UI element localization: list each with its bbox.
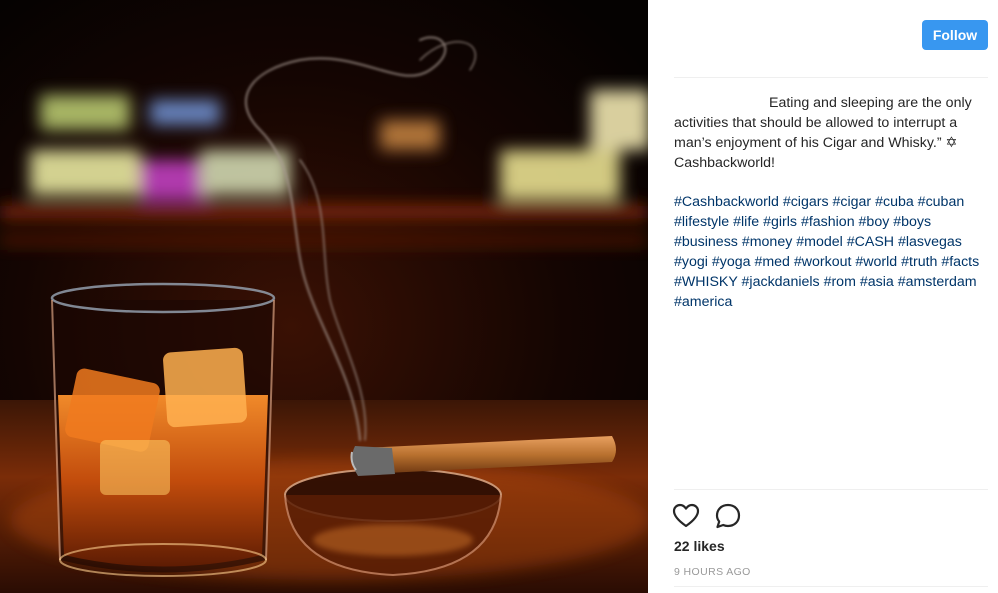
comment-bubble-icon[interactable] (714, 502, 742, 530)
follow-button[interactable]: Follow (922, 20, 988, 50)
whisky-cigar-image (0, 0, 648, 593)
footer-divider (674, 586, 988, 587)
post-timestamp[interactable]: 9 HOURS AGO (674, 566, 751, 578)
whisky-glass (50, 282, 276, 577)
post-photo[interactable] (0, 0, 648, 593)
like-count[interactable]: 22 likes (674, 538, 725, 554)
action-bar (672, 500, 742, 532)
caption-text: Eating and sleeping are the only activit… (674, 95, 972, 171)
header-divider (674, 77, 988, 78)
heart-outline-icon[interactable] (672, 502, 700, 530)
post-sidebar: Follow Eating and sleeping are the only … (648, 0, 998, 593)
post-caption: Eating and sleeping are the only activit… (674, 93, 988, 312)
actions-divider (674, 489, 988, 490)
caption-hashtags[interactable]: #Cashbackworld #cigars #cigar #cuba #cub… (674, 192, 988, 312)
